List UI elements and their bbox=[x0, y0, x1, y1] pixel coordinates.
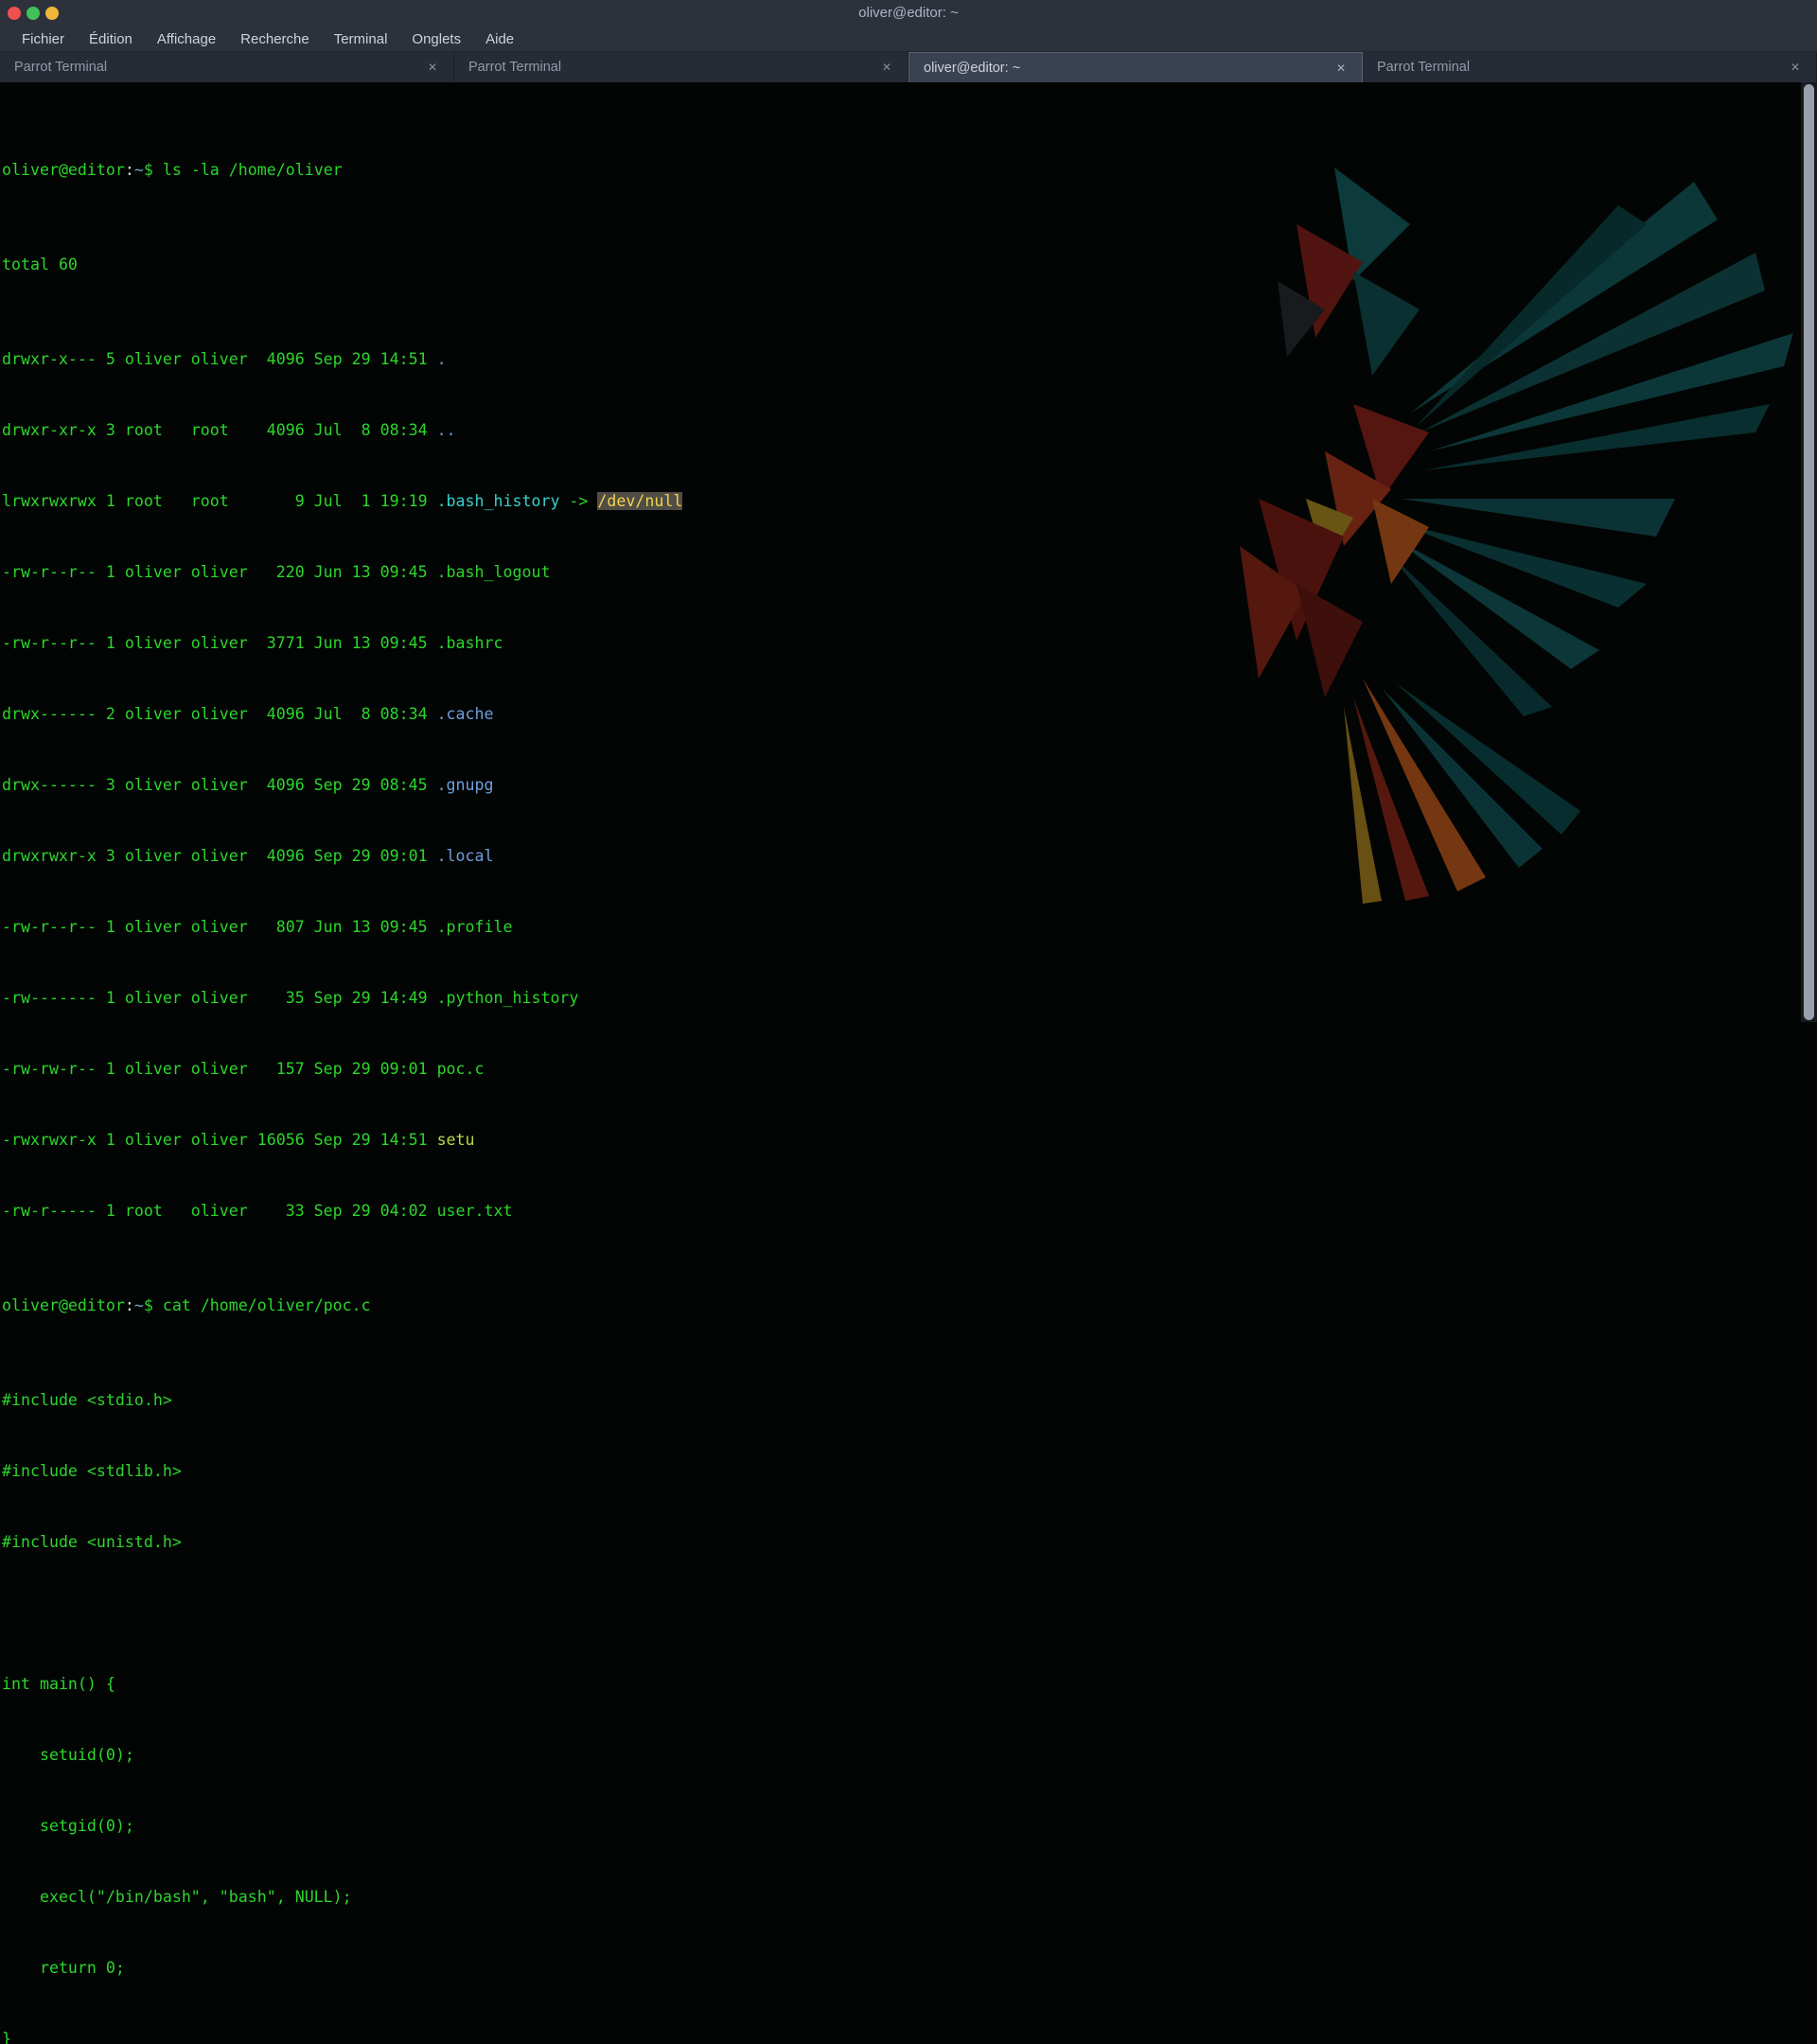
ls-meta: -rwxrwxr-x 1 oliver oliver 16056 Sep 29 … bbox=[2, 1131, 437, 1149]
menu-item-fichier[interactable]: Fichier bbox=[9, 28, 77, 50]
scrollbar-thumb[interactable] bbox=[1804, 84, 1814, 1020]
ls-meta: lrwxrwxrwx 1 root root 9 Jul 1 19:19 bbox=[2, 492, 437, 510]
menu-bar: Fichier Édition Affichage Recherche Term… bbox=[0, 26, 1817, 52]
symlink-target-devnull: /dev/null bbox=[597, 492, 682, 510]
terminal-line-ls-row: drwx------ 2 oliver oliver 4096 Jul 8 08… bbox=[2, 702, 682, 726]
terminal-line-code: setuid(0); bbox=[2, 1743, 682, 1767]
prompt-colon: : bbox=[125, 161, 134, 179]
menu-item-onglets[interactable]: Onglets bbox=[399, 28, 473, 50]
terminal-line-prompt-cat: oliver@editor:~$ cat /home/oliver/poc.c bbox=[2, 1294, 682, 1317]
terminal-line-ls-row: drwxrwxr-x 3 oliver oliver 4096 Sep 29 0… bbox=[2, 844, 682, 868]
terminal-line-ls-row: lrwxrwxrwx 1 root root 9 Jul 1 19:19 .ba… bbox=[2, 489, 682, 513]
close-icon[interactable]: ✕ bbox=[424, 59, 441, 76]
dir-name: .cache bbox=[437, 705, 494, 723]
terminal-line-blank bbox=[2, 1601, 682, 1625]
tab-label: Parrot Terminal bbox=[468, 60, 878, 75]
terminal-line-ls-row: drwxr-x--- 5 oliver oliver 4096 Sep 29 1… bbox=[2, 347, 682, 371]
command-ls: ls -la /home/oliver bbox=[163, 161, 343, 179]
ls-meta: -rw-r--r-- 1 oliver oliver 3771 Jun 13 0… bbox=[2, 634, 437, 652]
menu-item-affichage[interactable]: Affichage bbox=[145, 28, 228, 50]
menu-item-edition[interactable]: Édition bbox=[77, 28, 145, 50]
ls-meta: -rw------- 1 oliver oliver 35 Sep 29 14:… bbox=[2, 989, 437, 1007]
terminal-line-code: setgid(0); bbox=[2, 1814, 682, 1838]
tab-parrot-terminal-2[interactable]: Parrot Terminal ✕ bbox=[454, 52, 908, 82]
terminal-line-ls-row: -rw-r--r-- 1 oliver oliver 220 Jun 13 09… bbox=[2, 560, 682, 584]
wallpaper-parrot-image bbox=[1240, 92, 1808, 915]
file-name: .bash_logout bbox=[437, 563, 551, 581]
tab-label: oliver@editor: ~ bbox=[924, 61, 1332, 76]
tab-label: Parrot Terminal bbox=[1377, 60, 1787, 75]
terminal-line-ls-row: drwxr-xr-x 3 root root 4096 Jul 8 08:34 … bbox=[2, 418, 682, 442]
tab-parrot-terminal-4[interactable]: Parrot Terminal ✕ bbox=[1363, 52, 1817, 82]
terminal-line-ls-row: -rw-r--r-- 1 oliver oliver 3771 Jun 13 0… bbox=[2, 631, 682, 655]
close-icon[interactable]: ✕ bbox=[878, 59, 895, 76]
terminal-line-code: } bbox=[2, 2027, 682, 2044]
terminal-line-code: execl("/bin/bash", "bash", NULL); bbox=[2, 1885, 682, 1909]
ls-meta: drwxr-xr-x 3 root root 4096 Jul 8 08:34 bbox=[2, 421, 437, 439]
file-name: .bashrc bbox=[437, 634, 503, 652]
symlink-name: .bash_history bbox=[437, 492, 560, 510]
close-icon[interactable]: ✕ bbox=[1787, 59, 1804, 76]
dir-name: .gnupg bbox=[437, 776, 494, 794]
terminal-line-ls-row: -rwxrwxr-x 1 oliver oliver 16056 Sep 29 … bbox=[2, 1128, 682, 1152]
terminal-line-code: #include <stdio.h> bbox=[2, 1388, 682, 1412]
terminal-line-prompt-ls: oliver@editor:~$ ls -la /home/oliver bbox=[2, 158, 682, 182]
ls-meta: -rw-r--r-- 1 oliver oliver 220 Jun 13 09… bbox=[2, 563, 437, 581]
terminal-line-ls-row: -rw-r--r-- 1 oliver oliver 807 Jun 13 09… bbox=[2, 915, 682, 939]
command-cat: cat /home/oliver/poc.c bbox=[163, 1296, 371, 1314]
terminal-line-code: #include <stdlib.h> bbox=[2, 1459, 682, 1483]
ls-meta: drwxrwxr-x 3 oliver oliver 4096 Sep 29 0… bbox=[2, 847, 437, 865]
tab-oliver-editor-active[interactable]: oliver@editor: ~ ✕ bbox=[908, 52, 1363, 82]
terminal-line-code: #include <unistd.h> bbox=[2, 1530, 682, 1554]
file-name: .profile bbox=[437, 918, 513, 936]
prompt-user-host: oliver@editor bbox=[2, 1296, 125, 1314]
window-title: oliver@editor: ~ bbox=[0, 5, 1817, 21]
prompt-dollar: $ bbox=[144, 161, 163, 179]
terminal-line-total: total 60 bbox=[2, 253, 682, 276]
dir-name: .local bbox=[437, 847, 494, 865]
prompt-path: ~ bbox=[134, 1296, 144, 1314]
terminal-line-ls-row: -rw-rw-r-- 1 oliver oliver 157 Sep 29 09… bbox=[2, 1057, 682, 1081]
titlebar: oliver@editor: ~ bbox=[0, 0, 1817, 26]
terminal-output: oliver@editor:~$ ls -la /home/oliver tot… bbox=[2, 87, 682, 2044]
terminal-line-code: return 0; bbox=[2, 1956, 682, 1980]
symlink-arrow: -> bbox=[559, 492, 597, 510]
terminal-line-code: int main() { bbox=[2, 1672, 682, 1696]
dir-name: .. bbox=[437, 421, 456, 439]
scrollbar-track[interactable] bbox=[1801, 82, 1817, 1022]
menu-item-aide[interactable]: Aide bbox=[473, 28, 526, 50]
ls-meta: drwx------ 3 oliver oliver 4096 Sep 29 0… bbox=[2, 776, 437, 794]
prompt-colon: : bbox=[125, 1296, 134, 1314]
ls-meta: -rw-r--r-- 1 oliver oliver 807 Jun 13 09… bbox=[2, 918, 437, 936]
ls-meta: drwxr-x--- 5 oliver oliver 4096 Sep 29 1… bbox=[2, 350, 437, 368]
executable-name: setu bbox=[437, 1131, 475, 1149]
ls-meta: -rw-r----- 1 root oliver 33 Sep 29 04:02 bbox=[2, 1202, 437, 1220]
tab-bar: Parrot Terminal ✕ Parrot Terminal ✕ oliv… bbox=[0, 52, 1817, 82]
close-icon[interactable]: ✕ bbox=[1332, 60, 1350, 77]
terminal-line-ls-row: drwx------ 3 oliver oliver 4096 Sep 29 0… bbox=[2, 773, 682, 797]
prompt-path: ~ bbox=[134, 161, 144, 179]
prompt-dollar: $ bbox=[144, 1296, 163, 1314]
ls-meta: -rw-rw-r-- 1 oliver oliver 157 Sep 29 09… bbox=[2, 1060, 437, 1078]
dir-name: . bbox=[437, 350, 447, 368]
menu-item-terminal[interactable]: Terminal bbox=[322, 28, 400, 50]
terminal-line-ls-row: -rw------- 1 oliver oliver 35 Sep 29 14:… bbox=[2, 986, 682, 1010]
tab-label: Parrot Terminal bbox=[14, 60, 424, 75]
prompt-user-host: oliver@editor bbox=[2, 161, 125, 179]
file-name: poc.c bbox=[437, 1060, 485, 1078]
ls-meta: drwx------ 2 oliver oliver 4096 Jul 8 08… bbox=[2, 705, 437, 723]
terminal-line-ls-row: -rw-r----- 1 root oliver 33 Sep 29 04:02… bbox=[2, 1199, 682, 1223]
terminal-screen[interactable]: oliver@editor:~$ ls -la /home/oliver tot… bbox=[0, 82, 1817, 1022]
file-name: user.txt bbox=[437, 1202, 513, 1220]
file-name: .python_history bbox=[437, 989, 579, 1007]
menu-item-recherche[interactable]: Recherche bbox=[228, 28, 322, 50]
tab-parrot-terminal-1[interactable]: Parrot Terminal ✕ bbox=[0, 52, 454, 82]
